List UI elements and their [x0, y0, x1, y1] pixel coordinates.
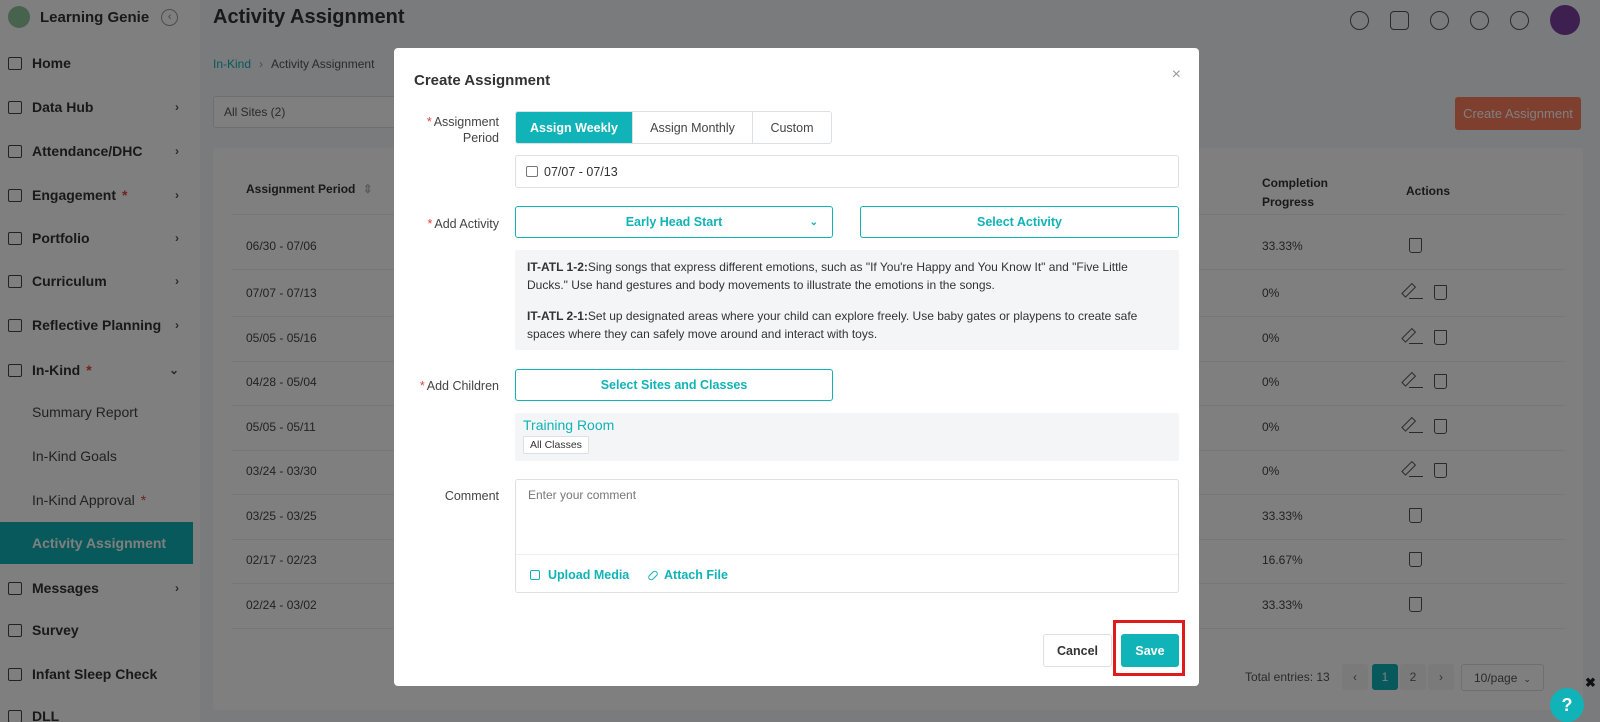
assign-weekly-tab[interactable]: Assign Weekly: [516, 112, 633, 143]
upload-media-label: Upload Media: [548, 568, 630, 582]
activity-text: Sing songs that express different emotio…: [527, 260, 1128, 292]
comment-label: Comment: [444, 489, 499, 503]
activity-text: Set up designated areas where your child…: [527, 309, 1138, 341]
comment-placeholder: Enter your comment: [528, 488, 637, 502]
activity-code: IT-ATL 2-1:: [527, 309, 588, 323]
required-mark: *: [426, 115, 432, 129]
custom-tab[interactable]: Custom: [753, 112, 831, 143]
comment-field[interactable]: Enter your comment Upload Media Attach F…: [515, 479, 1179, 593]
class-tag: All Classes: [523, 436, 589, 454]
save-highlight-box: [1113, 620, 1185, 676]
create-assignment-dialog: Create Assignment × * Assignment Period A…: [394, 48, 1199, 686]
close-icon[interactable]: ×: [1172, 66, 1181, 84]
cancel-button[interactable]: Cancel: [1043, 634, 1112, 667]
add-children-label: * Add Children: [414, 379, 499, 393]
date-range-input[interactable]: 07/07 - 07/13: [515, 155, 1179, 188]
select-activity-button[interactable]: Select Activity: [860, 206, 1179, 238]
room-name: Training Room: [523, 417, 615, 433]
required-mark: *: [427, 217, 433, 231]
calendar-icon: [526, 166, 538, 177]
field-label: Add Children: [426, 379, 499, 393]
activity-item: IT-ATL 1-2:Sing songs that express diffe…: [527, 258, 1167, 294]
period-segmented-control: Assign Weekly Assign Monthly Custom: [515, 111, 832, 144]
program-select-value: Early Head Start: [625, 215, 723, 229]
attach-file-label: Attach File: [664, 568, 728, 582]
attach-file-button[interactable]: Attach File: [646, 568, 728, 582]
dialog-title: Create Assignment: [414, 72, 551, 89]
assignment-period-label: * Assignment Period: [414, 114, 499, 146]
chevron-down-icon: ⌄: [809, 216, 818, 228]
selected-activities: IT-ATL 1-2:Sing songs that express diffe…: [515, 250, 1179, 350]
field-label: Assignment Period: [433, 115, 499, 145]
image-icon: [530, 570, 540, 580]
select-sites-classes-button[interactable]: Select Sites and Classes: [515, 369, 833, 401]
comment-divider: [516, 554, 1178, 555]
activity-code: IT-ATL 1-2:: [527, 260, 588, 274]
close-help-icon[interactable]: ✖: [1585, 675, 1596, 691]
date-range-value: 07/07 - 07/13: [544, 164, 618, 179]
assign-monthly-tab[interactable]: Assign Monthly: [633, 112, 753, 143]
required-mark: *: [419, 379, 425, 393]
help-button[interactable]: ?: [1550, 688, 1584, 722]
program-select[interactable]: Early Head Start ⌄: [515, 206, 833, 238]
field-label: Add Activity: [434, 217, 499, 231]
add-activity-label: * Add Activity: [414, 217, 500, 231]
paperclip-icon: [646, 568, 660, 582]
activity-item: IT-ATL 2-1:Set up designated areas where…: [527, 307, 1167, 343]
upload-media-button[interactable]: Upload Media: [530, 568, 629, 582]
selected-children: Training Room All Classes: [515, 413, 1179, 461]
